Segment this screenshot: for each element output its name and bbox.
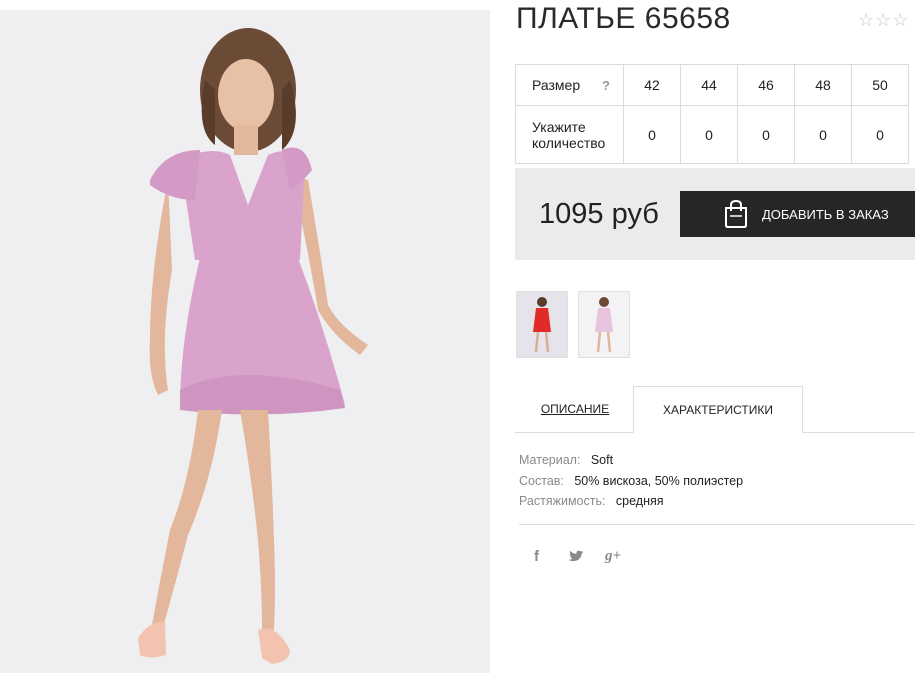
purchase-box: 1095 руб ДОБАВИТЬ В ЗАКАЗ: [515, 168, 915, 260]
size-42: 42: [623, 64, 681, 106]
size-48: 48: [794, 64, 852, 106]
material-key: Материал:: [519, 453, 581, 467]
characteristic-material: Материал: Soft: [519, 450, 743, 471]
size-row: Размер ? 42 44 46 48 50: [515, 64, 909, 106]
stretch-value: средняя: [615, 494, 664, 508]
tab-description[interactable]: ОПИСАНИЕ: [515, 386, 635, 431]
material-value: Soft: [590, 453, 614, 467]
quantity-50[interactable]: 0: [851, 105, 909, 164]
size-46: 46: [737, 64, 795, 106]
rating-stars[interactable]: ☆☆☆: [858, 10, 909, 31]
quantity-label: Укажите количество: [515, 105, 624, 164]
pink-dress-thumbnail-image: [595, 297, 613, 353]
price: 1095 руб: [539, 198, 659, 230]
quantity-44[interactable]: 0: [680, 105, 738, 164]
stretch-key: Растяжимость:: [519, 494, 606, 508]
size-quantity-table: Размер ? 42 44 46 48 50 Укажите количест…: [515, 64, 909, 164]
quantity-label-line1: Укажите: [532, 118, 586, 135]
add-to-order-label: ДОБАВИТЬ В ЗАКАЗ: [762, 206, 889, 222]
product-title: ПЛАТЬЕ 65658: [516, 2, 731, 35]
quantity-48[interactable]: 0: [794, 105, 852, 164]
thumbnail-red-dress[interactable]: [516, 291, 568, 358]
facebook-icon[interactable]: f: [534, 548, 539, 565]
quantity-46[interactable]: 0: [737, 105, 795, 164]
size-50: 50: [851, 64, 909, 106]
characteristic-stretch: Растяжимость: средняя: [519, 491, 743, 512]
size-label: Размер: [532, 77, 581, 93]
shopping-bag-icon: [725, 199, 747, 228]
red-dress-thumbnail-image: [533, 297, 551, 353]
product-main-image[interactable]: [0, 10, 490, 673]
characteristics-list: Материал: Soft Состав: 50% вискоза, 50% …: [519, 450, 743, 512]
add-to-order-button[interactable]: ДОБАВИТЬ В ЗАКАЗ: [680, 191, 915, 237]
twitter-icon[interactable]: [568, 550, 584, 564]
model-in-dress-illustration: [138, 28, 368, 664]
composition-key: Состав:: [519, 473, 564, 488]
divider: [519, 524, 915, 525]
size-44: 44: [680, 64, 738, 106]
composition-value: 50% вискоза, 50% полиэстер: [574, 473, 744, 488]
characteristic-composition: Состав: 50% вискоза, 50% полиэстер: [519, 471, 743, 492]
quantity-row: Укажите количество 0 0 0 0 0: [515, 105, 909, 164]
quantity-42[interactable]: 0: [623, 105, 681, 164]
google-plus-icon[interactable]: g+: [605, 548, 621, 565]
size-label-cell: Размер ?: [515, 64, 624, 106]
size-help-icon[interactable]: ?: [602, 78, 610, 93]
thumbnail-pink-dress[interactable]: [578, 291, 630, 358]
quantity-label-line2: количество: [532, 134, 606, 151]
tab-characteristics[interactable]: ХАРАКТЕРИСТИКИ: [633, 386, 803, 433]
product-tabs: ОПИСАНИЕ ХАРАКТЕРИСТИКИ: [515, 386, 915, 433]
